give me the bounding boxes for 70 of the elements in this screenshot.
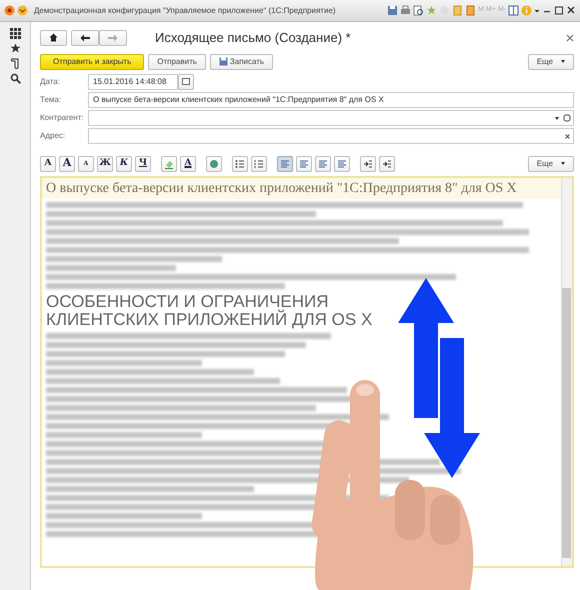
back-button[interactable] xyxy=(71,30,99,46)
home-button[interactable] xyxy=(40,30,67,46)
align-button[interactable] xyxy=(334,156,350,172)
indent-button[interactable] xyxy=(360,156,376,172)
preview-icon[interactable] xyxy=(413,5,424,16)
app-logo-icon[interactable] xyxy=(4,5,15,16)
align-icon xyxy=(337,158,347,168)
star-icon[interactable] xyxy=(426,5,438,16)
close-icon[interactable] xyxy=(566,34,574,42)
star-icon[interactable] xyxy=(10,43,20,54)
home-icon xyxy=(49,33,58,42)
panel-icon[interactable] xyxy=(508,5,519,16)
save-button[interactable]: Записать xyxy=(210,54,274,70)
fill-button[interactable] xyxy=(161,156,177,172)
send-button[interactable]: Отправить xyxy=(148,54,206,70)
format-button[interactable]: Ж xyxy=(97,156,113,172)
indent-button[interactable] xyxy=(379,156,395,172)
save-icon[interactable] xyxy=(387,5,398,16)
scrollbar[interactable] xyxy=(561,178,572,566)
align-icon xyxy=(280,158,290,168)
scrollbar-thumb[interactable] xyxy=(562,288,571,558)
bullet-list-icon xyxy=(235,158,245,168)
input-field[interactable]: О выпуске бета-версии клиентских приложений "1С:Предприятия 8" для OS X xyxy=(88,92,574,108)
dropdown-icon[interactable] xyxy=(17,5,28,16)
forward-arrow-icon xyxy=(108,34,118,42)
window-title: Демонстрационная конфигурация "Управляемое приложение" (1С:Предприятие) xyxy=(34,4,336,16)
numbers-button[interactable] xyxy=(251,156,267,172)
format-button[interactable]: К xyxy=(116,156,132,172)
align-button[interactable] xyxy=(315,156,331,172)
align-button[interactable] xyxy=(296,156,312,172)
indent-icon xyxy=(382,158,392,168)
field-label: Дата: xyxy=(40,76,61,88)
printer-icon[interactable] xyxy=(400,5,412,16)
caret-icon xyxy=(561,162,565,165)
save-icon xyxy=(218,57,228,66)
align-icon xyxy=(318,158,328,168)
input-field[interactable] xyxy=(88,128,574,144)
close-icon[interactable] xyxy=(566,5,576,16)
calendar-button[interactable] xyxy=(178,74,194,90)
more-button[interactable]: Еще xyxy=(528,156,574,172)
align-button[interactable] xyxy=(277,156,293,172)
fill-color-icon xyxy=(164,158,174,168)
align-icon xyxy=(299,158,309,168)
section-heading: ОСОБЕННОСТИ И ОГРАНИЧЕНИЯ КЛИЕНТСКИХ ПРИЛОЖЕНИЙ ДЛЯ OS X xyxy=(45,292,374,330)
caret-icon xyxy=(561,60,565,63)
more-button[interactable]: Еще xyxy=(528,54,574,70)
field-label: Контрагент: xyxy=(40,112,85,124)
format-button[interactable]: A xyxy=(40,156,56,172)
format-button[interactable]: A xyxy=(59,156,75,172)
input-field[interactable] xyxy=(88,110,574,126)
indent-icon xyxy=(363,158,373,168)
image-button[interactable] xyxy=(206,156,222,172)
back-arrow-icon xyxy=(80,34,90,42)
numbered-list-icon xyxy=(254,158,264,168)
calendar-icon xyxy=(182,78,190,85)
field-label: Тема: xyxy=(40,94,62,106)
maximize-icon[interactable] xyxy=(554,5,564,16)
text-color-button[interactable]: A xyxy=(180,156,196,172)
bullets-button[interactable] xyxy=(232,156,248,172)
form-title: Исходящее письмо (Создание) * xyxy=(155,29,351,47)
input-field[interactable]: 15.01.2016 14:48:08 xyxy=(88,74,178,90)
field-label: Адрес: xyxy=(40,130,66,142)
search-icon[interactable] xyxy=(10,73,20,84)
up-arrow-icon xyxy=(396,278,456,418)
document-icon[interactable] xyxy=(465,5,476,16)
down-arrow-icon xyxy=(424,338,480,478)
send-close-button[interactable]: Отправить и закрыть xyxy=(40,54,144,70)
document-heading: О выпуске бета-версии клиентских приложений "1С:Предприятия 8" для OS X xyxy=(42,178,561,198)
apps-grid-icon[interactable] xyxy=(10,28,20,39)
format-button[interactable]: Ч xyxy=(135,156,151,172)
